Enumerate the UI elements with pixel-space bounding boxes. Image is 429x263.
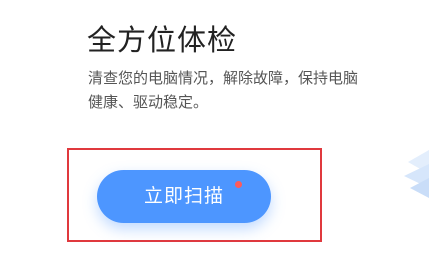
description-line-1: 清查您的电脑情况，解除故障，保持电脑 <box>88 69 359 87</box>
scan-now-button[interactable]: 立即扫描 <box>97 170 271 223</box>
panel-title: 全方位体检 <box>87 23 238 57</box>
panel-description: 清查您的电脑情况，解除故障，保持电脑 健康、驱动稳定。 <box>88 66 388 114</box>
notification-dot-icon <box>235 181 242 188</box>
scan-panel: 全方位体检 清查您的电脑情况，解除故障，保持电脑 健康、驱动稳定。 立即扫描 <box>0 0 429 263</box>
description-line-2: 健康、驱动稳定。 <box>88 93 209 111</box>
layered-decoration-icon <box>404 150 429 198</box>
